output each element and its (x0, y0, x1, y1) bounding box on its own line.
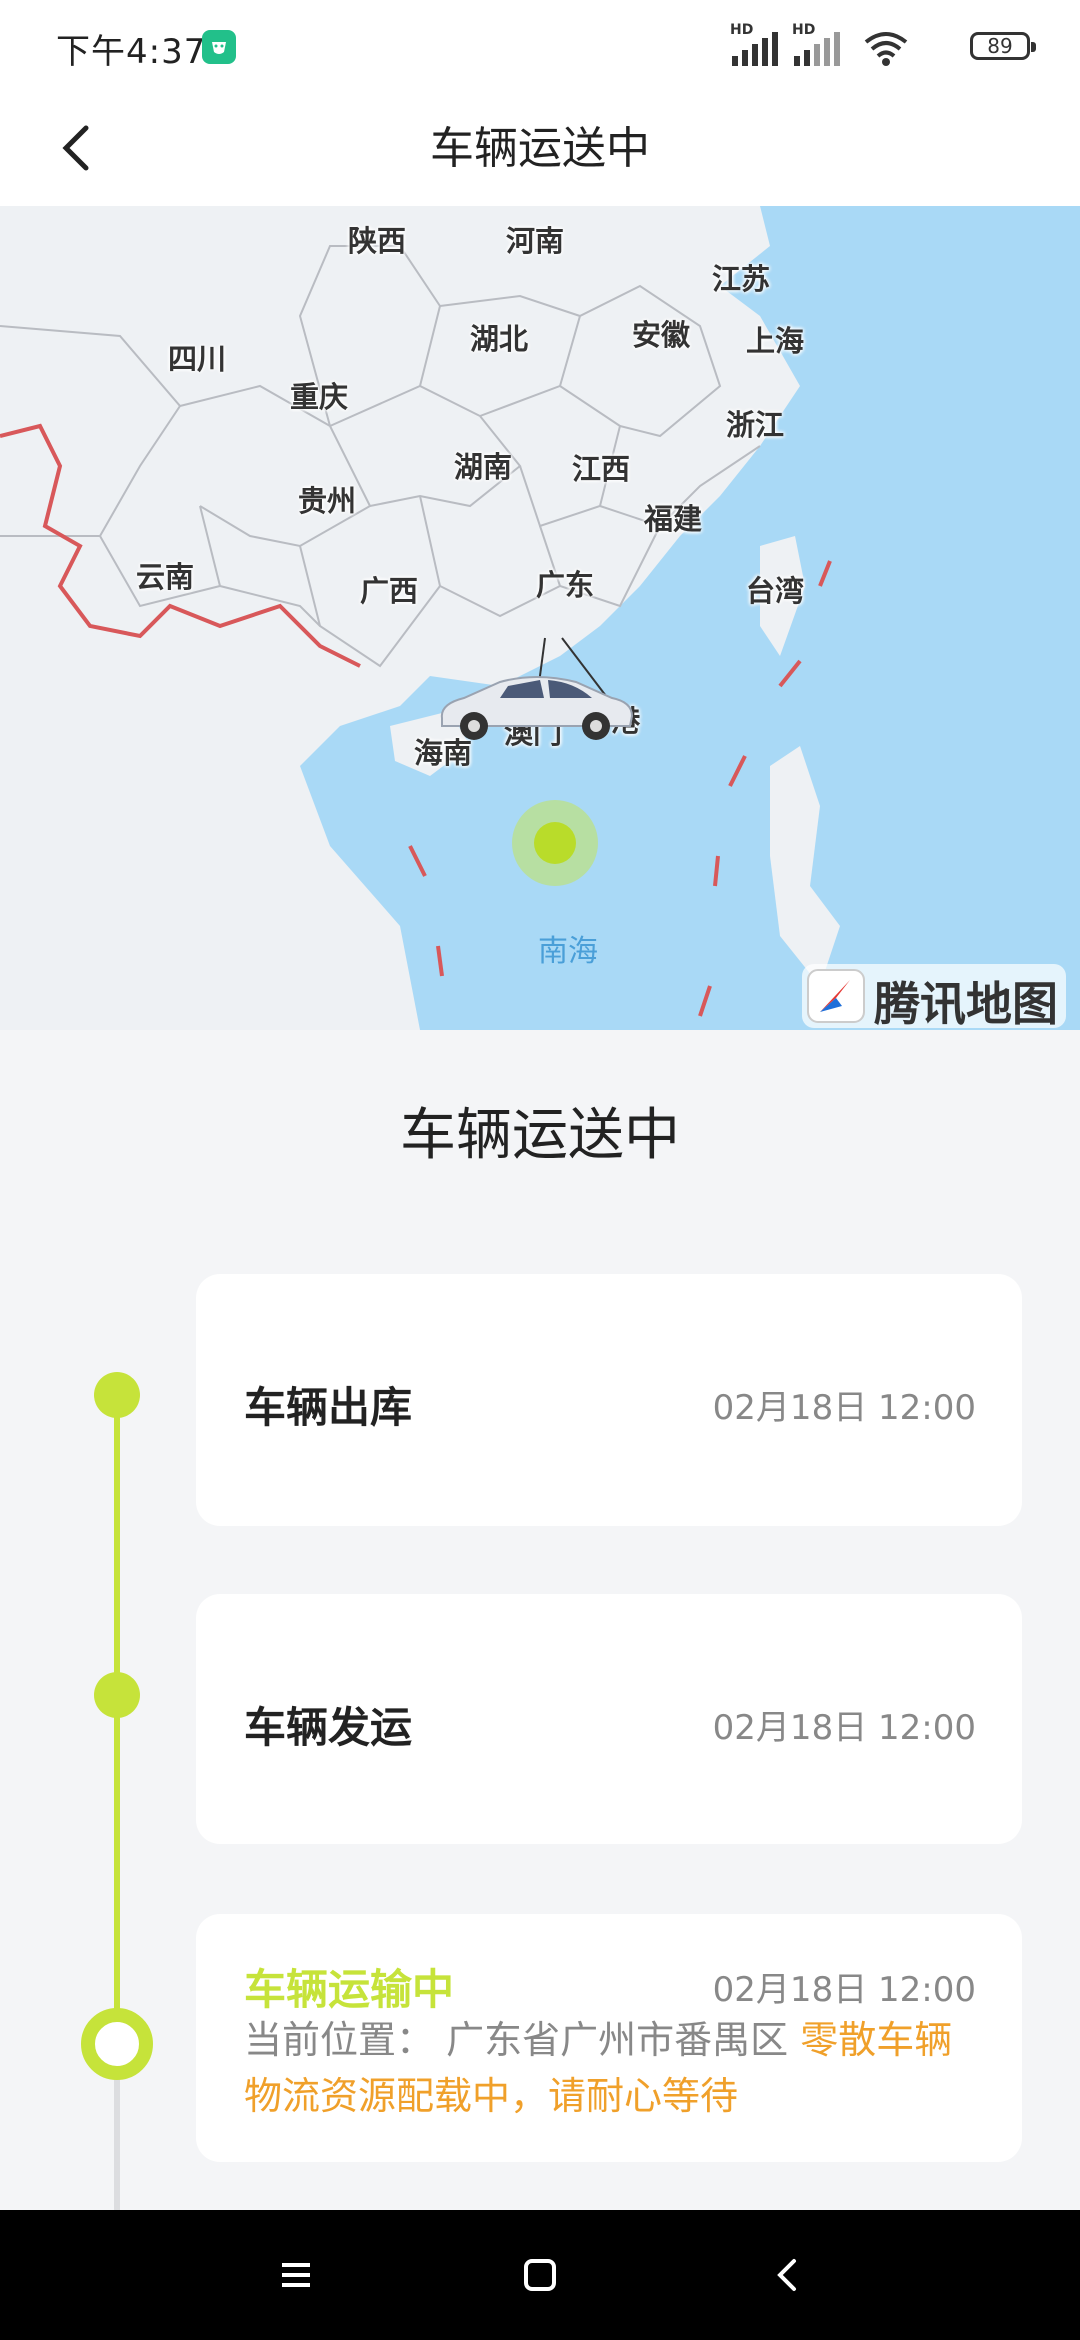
map-label-south-china-sea: 南海 (538, 934, 598, 969)
map-label-shanghai: 上海 (746, 324, 805, 358)
battery-indicator: 89 (970, 32, 1036, 60)
step-time: 02月18日 12:00 (712, 1970, 976, 2010)
map-label-zhejiang: 浙江 (726, 408, 785, 442)
timeline-card-outbound: 车辆出库 02月18日 12:00 (196, 1274, 1022, 1526)
back-triangle-icon (777, 2259, 796, 2291)
current-location: 广东省广州市番禺区 (446, 2018, 789, 2062)
nav-back-button[interactable] (758, 2245, 818, 2305)
map-logo-text: 腾讯地图 (874, 977, 1058, 1030)
page-title: 车辆运送中 (430, 123, 650, 174)
compass-logo-icon (807, 969, 865, 1023)
map-label-guangdong: 广东 (536, 568, 595, 602)
header: 车辆运送中 (0, 90, 1080, 206)
step-time: 02月18日 12:00 (712, 1388, 976, 1428)
step-title-active: 车辆运输中 (244, 1965, 455, 2014)
timeline-dot-current (81, 2008, 153, 2080)
status-bar: 下午4:37 HD HD 89 (0, 0, 1080, 90)
map-label-henan: 河南 (506, 224, 565, 258)
map-label-fujian: 福建 (644, 502, 703, 536)
current-location-marker[interactable] (512, 800, 598, 886)
app-notification-icon (202, 30, 236, 64)
nav-home-button[interactable] (510, 2245, 570, 2305)
map-view[interactable]: 陕西 河南 江苏 四川 湖北 安徽 上海 重庆 浙江 湖南 江西 贵州 福建 云… (0, 206, 1080, 1030)
location-label: 当前位置： (244, 2018, 435, 2062)
map-label-hunan: 湖南 (454, 450, 513, 484)
cell-signal-icon (732, 32, 778, 66)
cell-signal-icon-2 (794, 32, 840, 66)
map-label-guizhou: 贵州 (298, 484, 357, 518)
step-title: 车辆发运 (244, 1703, 413, 1752)
home-square-icon (524, 2259, 556, 2291)
timeline-dot-1 (94, 1372, 140, 1418)
car-icon (440, 676, 634, 740)
status-time: 下午4:37 (56, 32, 207, 72)
map-label-chongqing: 重庆 (290, 380, 349, 414)
step-title: 车辆出库 (244, 1383, 413, 1432)
map-label-jiangxi: 江西 (572, 452, 631, 486)
status-indicators: HD HD 89 (730, 22, 1036, 68)
timeline-dot-2 (94, 1672, 140, 1718)
map-label-anhui: 安徽 (632, 318, 691, 352)
tencent-map-logo: 腾讯地图 (802, 964, 1066, 1030)
menu-icon (282, 2263, 310, 2287)
timeline-card-shipped: 车辆发运 02月18日 12:00 (196, 1594, 1022, 1844)
map-label-taiwan: 台湾 (746, 574, 805, 608)
timeline-progress-line (114, 1394, 120, 2044)
timeline-card-in-transit: 车辆运输中 02月18日 12:00 当前位置： 广东省广州市番禺区 零散车辆物… (196, 1914, 1022, 2162)
map-label-jiangsu: 江苏 (712, 262, 771, 296)
map-label-shaanxi: 陕西 (348, 224, 407, 258)
step-time: 02月18日 12:00 (712, 1708, 976, 1748)
map-background (0, 206, 840, 1030)
status-title: 车辆运送中 (400, 1103, 680, 1168)
map-label-guangxi: 广西 (360, 574, 419, 608)
map-label-yunnan: 云南 (136, 560, 195, 594)
map-label-sichuan: 四川 (168, 342, 227, 376)
wifi-icon (864, 32, 908, 66)
map-label-hubei: 湖北 (470, 322, 529, 356)
nav-menu-button[interactable] (266, 2245, 326, 2305)
system-navigation-bar (0, 2210, 1080, 2340)
location-description: 当前位置： 广东省广州市番禺区 零散车辆物流资源配载中，请耐心等待 (244, 2012, 976, 2124)
